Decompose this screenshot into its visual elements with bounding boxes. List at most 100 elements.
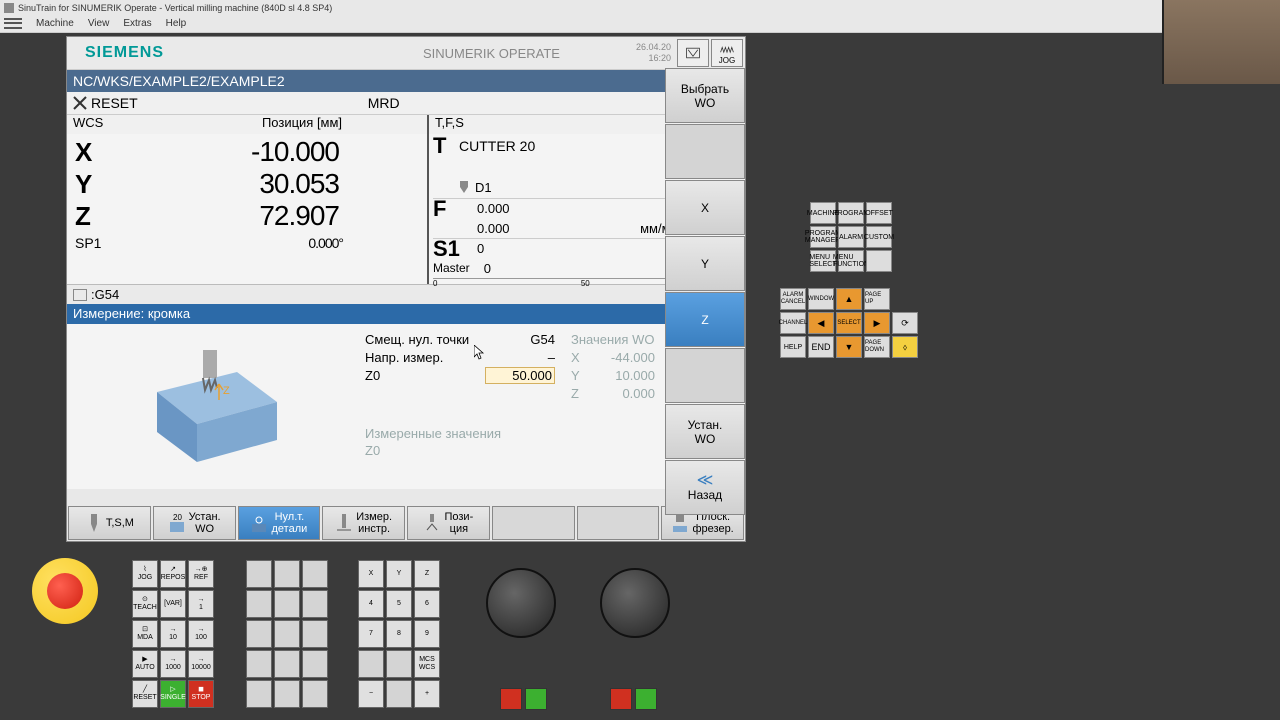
spindle-start[interactable] — [635, 688, 657, 710]
vsk-back[interactable]: ≪ Назад — [665, 460, 745, 515]
mcp-b12[interactable] — [302, 650, 328, 678]
key-blank[interactable] — [866, 250, 892, 272]
mcp-inc100[interactable]: →100 — [188, 620, 214, 648]
vsk-set-wo[interactable]: Устан. WO — [665, 404, 745, 459]
key-down[interactable]: ▼ — [836, 336, 862, 358]
mcp-5[interactable]: 5 — [386, 590, 412, 618]
webcam-overlay — [1162, 0, 1280, 84]
hsk-set-wo[interactable]: 20 Устан. WO — [153, 506, 236, 540]
spindle-stop[interactable] — [610, 688, 632, 710]
mcp-mcswcs[interactable]: MCS WCS — [414, 650, 440, 678]
key-menu-func[interactable]: MENU FUNCTION — [838, 250, 864, 272]
area-keypad: MACHINE PROGRAM OFFSET PROGRAM MANAGER A… — [810, 202, 892, 272]
spindle-override-dial[interactable] — [600, 568, 670, 638]
mcp-inc1000[interactable]: →1000 — [160, 650, 186, 678]
mcp-b11[interactable] — [274, 650, 300, 678]
mcp-b10[interactable] — [246, 650, 272, 678]
vsk-select-wo[interactable]: Выбрать WO — [665, 68, 745, 123]
datetime: 26.04.2016:20 — [636, 42, 675, 64]
mcp-4[interactable]: 4 — [358, 590, 384, 618]
offset-value[interactable]: G54 — [485, 332, 555, 347]
hsk-workpiece-zero[interactable]: Нул.т. детали — [238, 506, 321, 540]
mcp-b3[interactable] — [302, 560, 328, 588]
key-reset[interactable]: ⟳ — [892, 312, 918, 334]
mcp-b5[interactable] — [274, 590, 300, 618]
menu-view[interactable]: View — [88, 18, 110, 29]
machine-mode-icon[interactable] — [677, 39, 709, 67]
mcp-minus[interactable]: − — [358, 680, 384, 708]
feed-start[interactable] — [525, 688, 547, 710]
mcp-9[interactable]: 9 — [414, 620, 440, 648]
mcp-cycle-stop[interactable]: ◼STOP — [188, 680, 214, 708]
key-alarm-cancel[interactable]: ALARM CANCEL — [780, 288, 806, 310]
menu-machine[interactable]: Machine — [36, 18, 74, 29]
mcp-b2[interactable] — [274, 560, 300, 588]
mcp-rapid[interactable] — [386, 680, 412, 708]
mcp-b15[interactable] — [302, 680, 328, 708]
mcp-repos[interactable]: ↗REPOS — [160, 560, 186, 588]
z0-input[interactable]: 50.000 — [485, 367, 555, 384]
mcp-x[interactable]: X — [358, 560, 384, 588]
menu-burger-icon[interactable] — [4, 17, 22, 31]
key-channel[interactable]: CHANNEL — [780, 312, 806, 334]
mcp-b9[interactable] — [302, 620, 328, 648]
key-alarm[interactable]: ALARM — [838, 226, 864, 248]
mcp-6[interactable]: 6 — [414, 590, 440, 618]
key-right[interactable]: ▶ — [864, 312, 890, 334]
mcp-7[interactable]: 7 — [358, 620, 384, 648]
mcp-b13[interactable] — [246, 680, 272, 708]
key-select[interactable]: SELECT — [836, 312, 862, 334]
vsk-empty-6 — [665, 348, 745, 403]
key-program[interactable]: PROGRAM — [838, 202, 864, 224]
key-end[interactable]: END — [808, 336, 834, 358]
mcp-8[interactable]: 8 — [386, 620, 412, 648]
mcp-b14[interactable] — [274, 680, 300, 708]
mcp-single[interactable]: ▷SINGLE — [160, 680, 186, 708]
menu-extras[interactable]: Extras — [123, 18, 151, 29]
mcp-b8[interactable] — [274, 620, 300, 648]
mcp-b7[interactable] — [246, 620, 272, 648]
key-pgdn[interactable]: PAGE DOWN — [864, 336, 890, 358]
product-name: SINUMERIK OPERATE — [347, 46, 636, 61]
key-prog-mgr[interactable]: PROGRAM MANAGER — [810, 226, 836, 248]
axis-z: Z — [75, 201, 115, 232]
mcp-reset[interactable]: ╱RESET — [132, 680, 158, 708]
mcp-y[interactable]: Y — [386, 560, 412, 588]
vsk-x[interactable]: X — [665, 180, 745, 235]
mcp-mda[interactable]: ⊡MDA — [132, 620, 158, 648]
mcp-var[interactable]: [VAR] — [160, 590, 186, 618]
key-custom[interactable]: CUSTOM — [866, 226, 892, 248]
feed-stop[interactable] — [500, 688, 522, 710]
menu-help[interactable]: Help — [166, 18, 187, 29]
mcp-b4[interactable] — [246, 590, 272, 618]
key-offset[interactable]: OFFSET — [866, 202, 892, 224]
mcp-r4b[interactable] — [386, 650, 412, 678]
mcp-b1[interactable] — [246, 560, 272, 588]
key-input[interactable]: ⬨ — [892, 336, 918, 358]
mcp-jog[interactable]: ⌇JOG — [132, 560, 158, 588]
mcp-refpoint[interactable]: →⊕REF — [188, 560, 214, 588]
mcp-r4a[interactable] — [358, 650, 384, 678]
key-help[interactable]: HELP — [780, 336, 806, 358]
vsk-y[interactable]: Y — [665, 236, 745, 291]
key-left[interactable]: ◀ — [808, 312, 834, 334]
mcp-inc10000[interactable]: →10000 — [188, 650, 214, 678]
key-up[interactable]: ▲ — [836, 288, 862, 310]
mcp-plus[interactable]: + — [414, 680, 440, 708]
vsk-z[interactable]: Z — [665, 292, 745, 347]
feed-override-dial[interactable] — [486, 568, 556, 638]
mcp-inc1[interactable]: →1 — [188, 590, 214, 618]
jog-mode-icon[interactable]: JOG — [711, 39, 743, 67]
hsk-tsm[interactable]: T,S,M — [68, 506, 151, 540]
hsk-measure-tool[interactable]: Измер. инстр. — [322, 506, 405, 540]
mcp-z[interactable]: Z — [414, 560, 440, 588]
key-pgup[interactable]: PAGE UP — [864, 288, 890, 310]
mcp-auto[interactable]: ▶AUTO — [132, 650, 158, 678]
emergency-stop[interactable] — [32, 558, 98, 624]
mcp-b6[interactable] — [302, 590, 328, 618]
key-window[interactable]: WINDOW — [808, 288, 834, 310]
mcp-teach[interactable]: ⊙TEACH — [132, 590, 158, 618]
dir-value[interactable]: – — [485, 350, 555, 365]
mcp-inc10[interactable]: →10 — [160, 620, 186, 648]
hsk-position[interactable]: Пози- ция — [407, 506, 490, 540]
